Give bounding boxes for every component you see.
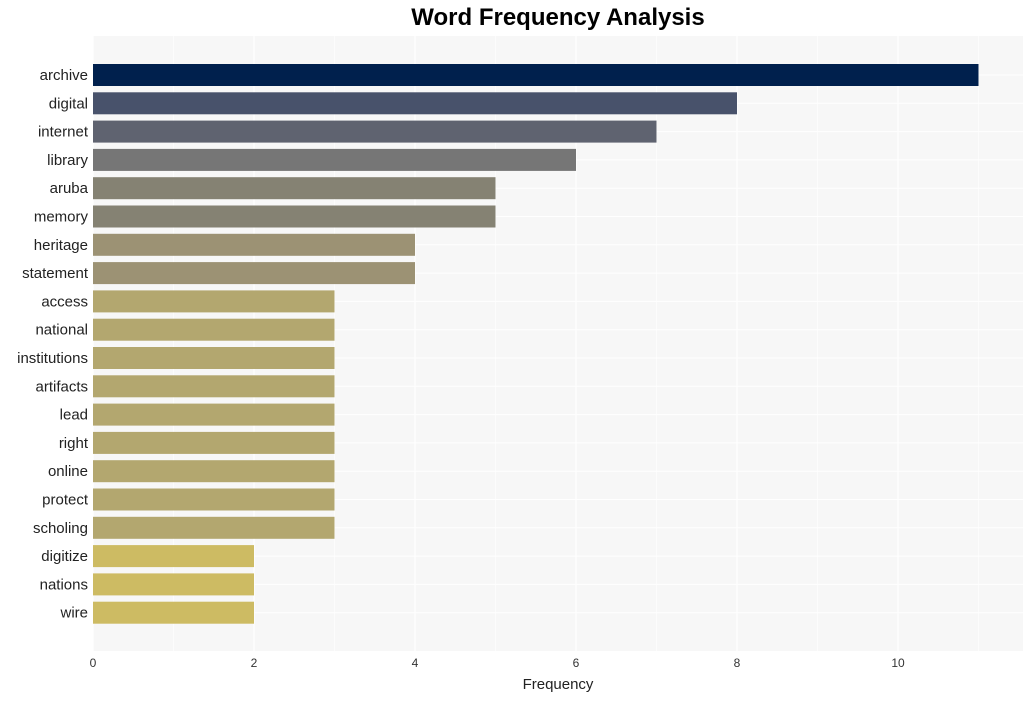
bar-nations bbox=[93, 573, 254, 596]
category-label-memory: memory bbox=[34, 209, 89, 226]
bar-digital bbox=[93, 92, 737, 115]
bar-library bbox=[93, 148, 576, 171]
category-label-heritage: heritage bbox=[34, 237, 88, 254]
category-label-statement: statement bbox=[22, 265, 89, 282]
category-label-right: right bbox=[59, 435, 89, 452]
category-label-lead: lead bbox=[60, 407, 88, 424]
category-label-nations: nations bbox=[40, 576, 88, 593]
category-label-digitize: digitize bbox=[41, 548, 88, 565]
bar-digitize bbox=[93, 545, 254, 568]
bar-online bbox=[93, 460, 335, 483]
category-label-digital: digital bbox=[49, 95, 88, 112]
bar-scholing bbox=[93, 516, 335, 539]
x-tick-label: 6 bbox=[573, 656, 580, 670]
x-tick-label: 4 bbox=[412, 656, 419, 670]
bar-memory bbox=[93, 205, 496, 228]
x-tick-label: 8 bbox=[734, 656, 741, 670]
x-axis-title: Frequency bbox=[523, 676, 594, 693]
category-labels: archive digital internet library aruba memory… bbox=[17, 67, 89, 622]
category-label-access: access bbox=[41, 293, 88, 310]
category-label-archive: archive bbox=[40, 67, 88, 84]
bar-statement bbox=[93, 262, 415, 285]
bar-access bbox=[93, 290, 335, 313]
category-label-library: library bbox=[47, 152, 88, 169]
x-tick-labels: 0 2 4 6 8 10 bbox=[90, 656, 905, 670]
category-label-artifacts: artifacts bbox=[35, 378, 88, 395]
bar-wire bbox=[93, 601, 254, 624]
category-label-national: national bbox=[35, 322, 88, 339]
bar-institutions bbox=[93, 347, 335, 369]
x-tick-label: 2 bbox=[251, 656, 258, 670]
category-label-scholing: scholing bbox=[33, 520, 88, 537]
category-label-online: online bbox=[48, 463, 88, 480]
bar-archive bbox=[93, 64, 979, 86]
category-label-institutions: institutions bbox=[17, 350, 88, 367]
bar-national bbox=[93, 318, 335, 341]
x-tick-label: 0 bbox=[90, 656, 97, 670]
category-label-protect: protect bbox=[42, 492, 89, 509]
category-label-wire: wire bbox=[59, 605, 88, 622]
category-label-aruba: aruba bbox=[50, 180, 89, 197]
category-label-internet: internet bbox=[38, 124, 89, 141]
bar-right bbox=[93, 431, 335, 454]
bar-lead bbox=[93, 403, 335, 426]
x-tick-label: 10 bbox=[891, 656, 905, 670]
bar-heritage bbox=[93, 233, 415, 256]
bar-internet bbox=[93, 120, 657, 143]
bar-protect bbox=[93, 488, 335, 511]
bar-chart: archive digital internet library aruba memory… bbox=[17, 36, 1023, 693]
bar-aruba bbox=[93, 177, 496, 200]
bar-artifacts bbox=[93, 375, 335, 398]
